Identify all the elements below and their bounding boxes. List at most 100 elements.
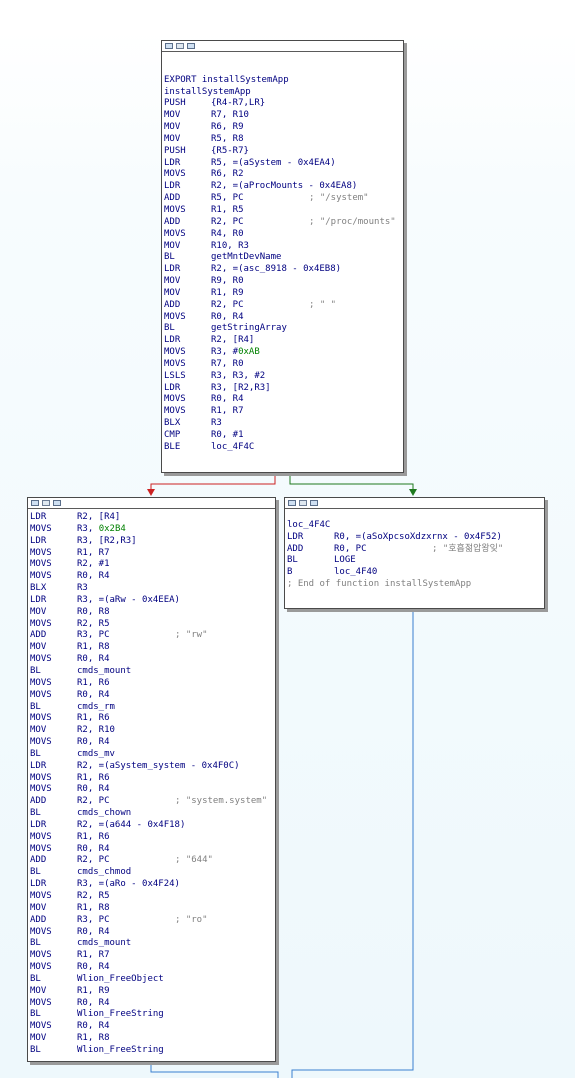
- code-line[interactable]: MOV R5, R8: [164, 134, 401, 146]
- label-text[interactable]: loc_4F4C: [287, 520, 330, 532]
- code-line[interactable]: MOV R6, R9: [164, 122, 401, 134]
- code-line[interactable]: ADD R2, PC ; "644": [30, 855, 273, 867]
- operands[interactable]: cmds_chown: [77, 808, 131, 820]
- mnemonic[interactable]: MOV: [30, 1033, 77, 1045]
- mnemonic[interactable]: MOVS: [30, 1021, 77, 1033]
- code-line[interactable]: MOVS R4, R0: [164, 229, 401, 241]
- operands[interactable]: R2, PC: [77, 855, 110, 867]
- mnemonic[interactable]: PUSH: [164, 146, 211, 158]
- mnemonic[interactable]: BL: [30, 938, 77, 950]
- code-label[interactable]: EXPORT installSystemApp: [164, 75, 401, 87]
- mnemonic[interactable]: BL: [30, 808, 77, 820]
- mnemonic[interactable]: LDR: [30, 761, 77, 773]
- numeric-constant[interactable]: 0x2B4: [99, 524, 126, 536]
- mnemonic[interactable]: ADD: [164, 193, 211, 205]
- mnemonic[interactable]: LSLS: [164, 371, 211, 383]
- mnemonic[interactable]: BL: [30, 867, 77, 879]
- operands[interactable]: R2, =(aSystem_system - 0x4F0C): [77, 761, 240, 773]
- operands[interactable]: Wlion_FreeString: [77, 1009, 164, 1021]
- code-line[interactable]: BL cmds_mount: [30, 666, 273, 678]
- code-line[interactable]: MOVS R1, R7: [164, 406, 401, 418]
- mnemonic[interactable]: LDR: [164, 181, 211, 193]
- operands[interactable]: cmds_chmod: [77, 867, 131, 879]
- code-line[interactable]: MOVS R6, R2: [164, 169, 401, 181]
- mnemonic[interactable]: MOVS: [30, 690, 77, 702]
- mnemonic[interactable]: MOVS: [30, 678, 77, 690]
- operands[interactable]: R2, #1: [77, 559, 110, 571]
- operands[interactable]: R1, R9: [77, 986, 110, 998]
- code-line[interactable]: BL cmds_chmod: [30, 867, 273, 879]
- code-line[interactable]: BL cmds_mv: [30, 749, 273, 761]
- operands[interactable]: getMntDevName: [211, 252, 281, 264]
- code-line[interactable]: LDR R3, =(aRo - 0x4F24): [30, 879, 273, 891]
- code-line[interactable]: MOVS R0, R4: [30, 962, 273, 974]
- operands[interactable]: R2, R10: [77, 725, 115, 737]
- operands[interactable]: cmds_mount: [77, 666, 131, 678]
- operands[interactable]: R2, PC: [211, 300, 244, 312]
- operands[interactable]: R3, [R2,R3]: [77, 536, 137, 548]
- operands[interactable]: Wlion_FreeObject: [77, 974, 164, 986]
- mnemonic[interactable]: BLX: [164, 418, 211, 430]
- code-line[interactable]: MOV R1, R9: [164, 288, 401, 300]
- mnemonic[interactable]: MOVS: [30, 619, 77, 631]
- operands[interactable]: R2, =(aProcMounts - 0x4EA8): [211, 181, 357, 193]
- operands[interactable]: R1, R8: [77, 642, 110, 654]
- code-line[interactable]: Bloc_4F40: [287, 567, 542, 579]
- mnemonic[interactable]: BLE: [164, 442, 211, 454]
- operands[interactable]: LOGE: [334, 555, 356, 567]
- code-line[interactable]: MOVS R0, R4: [30, 784, 273, 796]
- operands[interactable]: R0, R4: [211, 312, 244, 324]
- mnemonic[interactable]: PUSH: [164, 98, 211, 110]
- code-line[interactable]: LDR R5, =(aSystem - 0x4EA4): [164, 158, 401, 170]
- mnemonic[interactable]: LDR: [164, 335, 211, 347]
- mnemonic[interactable]: MOVS: [30, 773, 77, 785]
- code-line[interactable]: ADD R3, PC ; "rw": [30, 630, 273, 642]
- mnemonic[interactable]: BL: [287, 555, 334, 567]
- operands[interactable]: R6, R2: [211, 169, 244, 181]
- code-line[interactable]: MOVS R2, R5: [30, 891, 273, 903]
- mnemonic[interactable]: MOVS: [30, 784, 77, 796]
- code-line[interactable]: MOVS R0, R4: [164, 394, 401, 406]
- mnemonic[interactable]: LDR: [30, 820, 77, 832]
- operands[interactable]: R3, =(aRw - 0x4EEA): [77, 595, 180, 607]
- operands[interactable]: R2, R5: [77, 619, 110, 631]
- operands[interactable]: R0, R4: [77, 1021, 110, 1033]
- text-view-icon[interactable]: [187, 43, 195, 49]
- code-line[interactable]: MOVS R0, R4: [30, 927, 273, 939]
- code-line[interactable]: LDR R3, [R2,R3]: [164, 383, 401, 395]
- code-line[interactable]: BL cmds_mount: [30, 938, 273, 950]
- operands[interactable]: R3: [77, 583, 88, 595]
- operands[interactable]: cmds_mv: [77, 749, 115, 761]
- operands[interactable]: R1, R6: [77, 678, 110, 690]
- operands[interactable]: R0, PC: [334, 544, 367, 556]
- flow-icon[interactable]: [299, 500, 307, 506]
- mnemonic[interactable]: ADD: [164, 217, 211, 229]
- operands[interactable]: R0, R4: [77, 784, 110, 796]
- operands[interactable]: R0, R4: [77, 927, 110, 939]
- mnemonic[interactable]: BL: [164, 323, 211, 335]
- mnemonic[interactable]: MOV: [164, 276, 211, 288]
- mnemonic[interactable]: LDR: [30, 595, 77, 607]
- mnemonic[interactable]: MOVS: [30, 571, 77, 583]
- mnemonic[interactable]: BL: [30, 702, 77, 714]
- mnemonic[interactable]: MOV: [164, 110, 211, 122]
- operands[interactable]: R9, R0: [211, 276, 244, 288]
- code-line[interactable]: MOVS R7, R0: [164, 359, 401, 371]
- mnemonic[interactable]: MOVS: [30, 524, 77, 536]
- operands[interactable]: R2, PC: [77, 796, 110, 808]
- operands[interactable]: R1, R8: [77, 1033, 110, 1045]
- mnemonic[interactable]: BL: [30, 1045, 77, 1057]
- operands[interactable]: cmds_rm: [77, 702, 115, 714]
- operands[interactable]: R10, R3: [211, 241, 249, 253]
- code-line[interactable]: ADD R0, PC ; "호흡젊압왕잊": [287, 544, 542, 556]
- mnemonic[interactable]: BL: [164, 252, 211, 264]
- mnemonic[interactable]: ADD: [30, 630, 77, 642]
- code-line[interactable]: ADD R2, PC ; "system.system": [30, 796, 273, 808]
- code-line[interactable]: BL Wlion_FreeString: [30, 1045, 273, 1057]
- code-line[interactable]: MOV R9, R0: [164, 276, 401, 288]
- operands[interactable]: R7, R10: [211, 110, 249, 122]
- label-text[interactable]: EXPORT installSystemApp: [164, 75, 289, 87]
- mnemonic[interactable]: ADD: [30, 796, 77, 808]
- operands[interactable]: R4, R0: [211, 229, 244, 241]
- operands[interactable]: R1, R9: [211, 288, 244, 300]
